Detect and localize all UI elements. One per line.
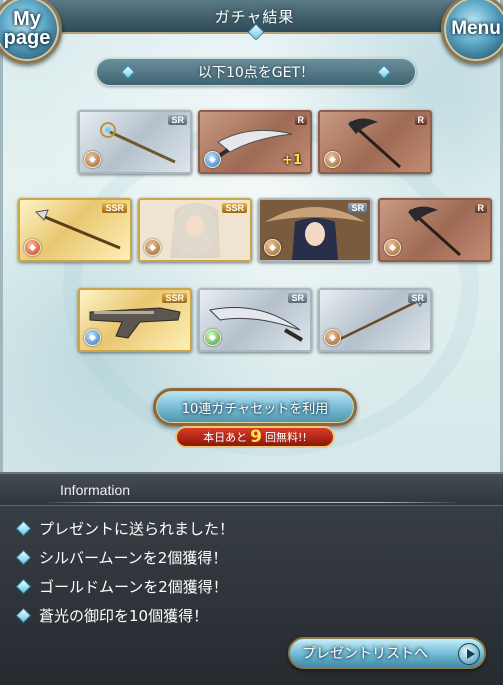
gacha-result-stage: ガチャ結果 以下10点をGET！ SR ◆ R ◆ +1 R ◆ SSR ◆ S… [0,0,503,472]
result-card-2[interactable]: R ◆ +1 [198,110,312,174]
get-banner-text: 以下10点をGET！ [197,65,315,81]
earth-element-icon: ◆ [264,239,281,256]
rarity-tag: SSR [222,203,247,213]
diamond-bullet-icon [15,578,32,595]
earth-element-icon: ◆ [324,151,341,168]
divider [42,502,462,503]
rarity-tag: SR [408,293,427,303]
rarity-tag: R [474,203,487,213]
earth-element-icon: ◆ [144,239,161,256]
diamond-bullet-icon [15,607,32,624]
result-card-4[interactable]: SSR ◆ [18,198,132,262]
information-list: プレゼントに送られました！ シルバームーンを2個獲得！ ゴールドムーンを2個獲得… [15,514,235,630]
earth-element-icon: ◆ [324,329,341,346]
list-item: 蒼光の御印を10個獲得！ [15,601,234,630]
fire-element-icon: ◆ [24,239,41,256]
earth-element-icon: ◆ [84,151,101,168]
information-panel: Information プレゼントに送られました！ シルバームーンを2個獲得！ … [0,472,503,685]
result-card-3[interactable]: R ◆ [318,110,432,174]
plus-bonus: +1 [282,153,302,168]
ten-gacha-set-button[interactable]: 10連ガチャセットを利用 [153,388,357,426]
list-item: ゴールドムーンを2個獲得！ [15,572,234,601]
earth-element-icon: ◆ [384,239,401,256]
result-card-9[interactable]: SR ◆ [198,288,312,352]
present-list-button[interactable]: プレゼントリストへ [288,637,486,669]
rarity-tag: R [414,115,427,125]
result-card-7[interactable]: R ◆ [378,198,492,262]
result-card-10[interactable]: SR ◆ [318,288,432,352]
info-text: シルバームーンを2個獲得！ [39,549,228,567]
rarity-tag: SSR [102,203,127,213]
diamond-bullet-icon [15,520,32,537]
result-card-1[interactable]: SR ◆ [78,110,192,174]
info-text: 蒼光の御印を10個獲得！ [39,607,209,625]
information-header: Information [0,474,503,506]
info-text: ゴールドムーンを2個獲得！ [39,578,228,596]
info-text: プレゼントに送られました！ [39,520,235,538]
free-prefix: 本日あと [203,431,248,444]
water-element-icon: ◆ [84,329,101,346]
rarity-tag: SR [288,293,307,303]
get-banner: 以下10点をGET！ [96,58,416,86]
list-item: シルバームーンを2個獲得！ [15,543,234,572]
result-card-8[interactable]: SSR ◆ [78,288,192,352]
rarity-tag: SSR [162,293,187,303]
wind-element-icon: ◆ [204,329,221,346]
gem-right-icon [376,64,392,80]
rarity-tag: SR [168,115,187,125]
list-item: プレゼントに送られました！ [15,514,235,543]
result-card-6[interactable]: SR ◆ [258,198,372,262]
free-count: 9 [250,426,262,447]
water-element-icon: ◆ [204,151,221,168]
rarity-tag: R [294,115,307,125]
free-suffix: 回無料!! [265,431,307,444]
information-title: Information [60,482,131,498]
gem-left-icon [120,64,136,80]
play-arrow-icon [458,643,480,665]
diamond-bullet-icon [15,549,32,566]
header-bar: ガチャ結果 [43,0,466,41]
rarity-tag: SR [348,203,367,213]
ten-gacha-set-label: 10連ガチャセットを利用 [181,401,329,417]
result-card-5[interactable]: SSR ◆ [138,198,252,262]
free-count-badge: 本日あと 9 回無料!! [175,426,335,448]
present-list-label: プレゼントリストへ [302,646,428,662]
